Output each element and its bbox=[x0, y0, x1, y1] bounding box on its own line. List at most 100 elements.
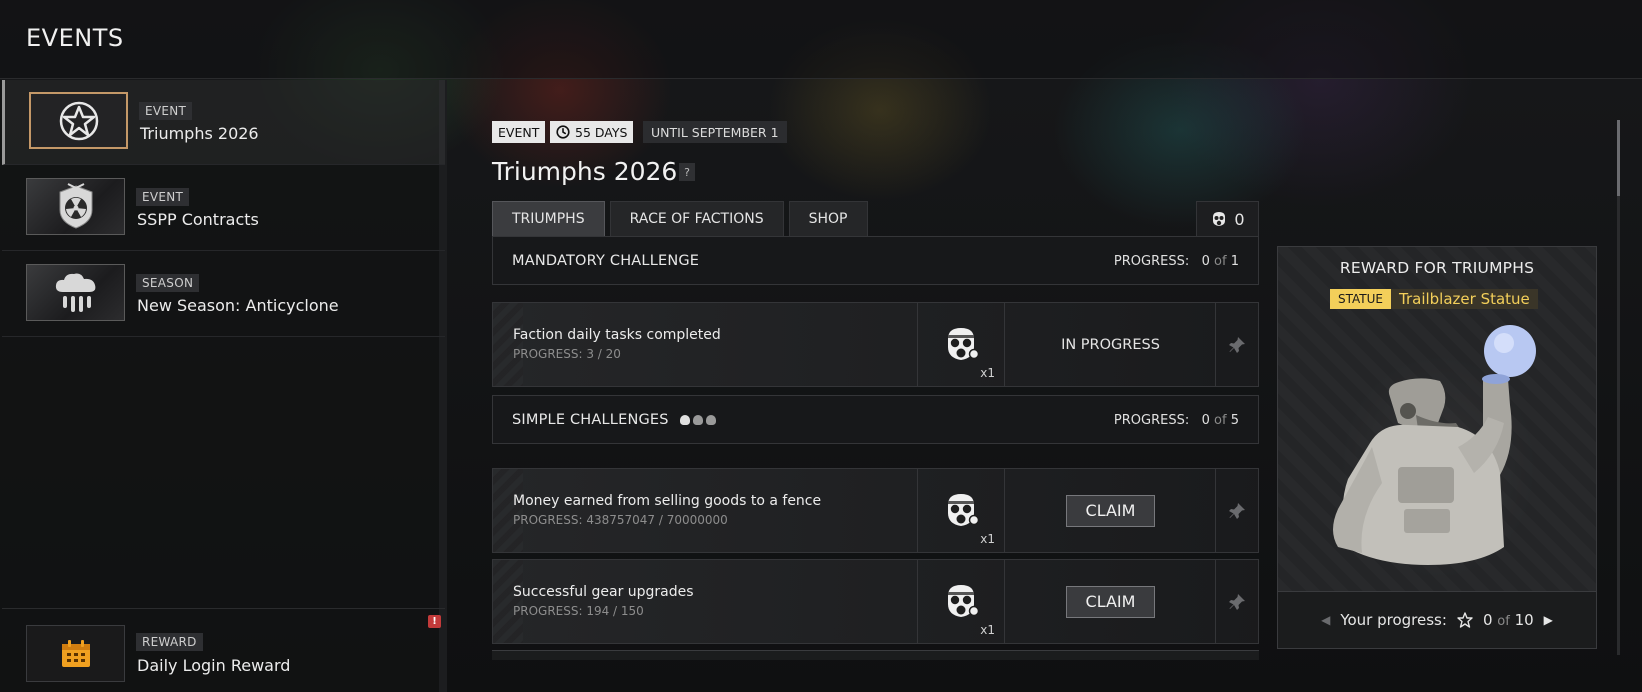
progress-of: of bbox=[1214, 413, 1227, 428]
star-icon bbox=[1457, 612, 1473, 628]
section-progress: PROGRESS: 0 of 5 bbox=[1114, 413, 1239, 428]
difficulty-skulls-icon bbox=[679, 415, 716, 425]
section-label: MANDATORY CHALLENGE bbox=[512, 253, 700, 269]
sidebar-item-tag: REWARD bbox=[136, 633, 203, 651]
sidebar-item-daily-login[interactable]: REWARD Daily Login Reward ! bbox=[2, 608, 445, 692]
progress-total: 1 bbox=[1230, 254, 1239, 269]
task-title: Faction daily tasks completed bbox=[513, 327, 721, 343]
scrollbar-thumb[interactable] bbox=[1617, 120, 1620, 196]
progress-done: 0 bbox=[1201, 413, 1210, 428]
claim-button[interactable]: CLAIM bbox=[1066, 494, 1155, 527]
reward-progress-bar: ◀ Your progress: 0 of 10 ▶ bbox=[1278, 591, 1596, 648]
star-icon bbox=[59, 101, 98, 140]
pin-button[interactable] bbox=[1215, 303, 1258, 386]
progress-done: 0 bbox=[1201, 254, 1210, 269]
sidebar-item-label: Daily Login Reward bbox=[137, 656, 291, 675]
reward-panel-title: REWARD FOR TRIUMPHS bbox=[1339, 259, 1535, 277]
progress-done: 0 bbox=[1482, 611, 1493, 629]
chevron-left-icon[interactable]: ◀ bbox=[1321, 613, 1330, 627]
task-status: CLAIM bbox=[1005, 469, 1216, 552]
sidebar-item-new-season[interactable]: SEASON New Season: Anticyclone bbox=[2, 252, 445, 337]
reward-artwork: REWARD FOR TRIUMPHS STATUE Trailblazer S… bbox=[1278, 247, 1596, 591]
reward-quantity: x1 bbox=[980, 623, 995, 637]
sidebar-item-tag: SEASON bbox=[136, 274, 200, 292]
task-reward: x1 bbox=[917, 560, 1005, 643]
top-bar: EVENTS bbox=[0, 0, 1642, 79]
chevron-right-icon[interactable]: ▶ bbox=[1544, 613, 1553, 627]
status-text: IN PROGRESS bbox=[1061, 336, 1160, 353]
sidebar-thumbnail bbox=[26, 264, 125, 321]
tab-bar: TRIUMPHS RACE OF FACTIONS SHOP bbox=[492, 201, 868, 237]
task-row-partial bbox=[492, 650, 1259, 660]
task-row: Successful gear upgrades PROGRESS: 194 /… bbox=[492, 559, 1259, 644]
task-status: IN PROGRESS bbox=[1005, 303, 1216, 386]
sidebar-item-sspp-contracts[interactable]: EVENT SSPP Contracts bbox=[2, 166, 445, 251]
task-reward: x1 bbox=[917, 303, 1005, 386]
help-button[interactable]: ? bbox=[679, 163, 695, 181]
gas-mask-icon bbox=[1213, 212, 1226, 226]
reward-type-tag: STATUE bbox=[1330, 289, 1391, 309]
sidebar-item-label: SSPP Contracts bbox=[137, 210, 259, 229]
progress-of: of bbox=[1214, 254, 1227, 269]
sidebar-item-triumphs[interactable]: EVENT Triumphs 2026 bbox=[2, 80, 445, 165]
main-content: EVENT 55 DAYS UNTIL SEPTEMBER 1 Triumphs… bbox=[455, 80, 1642, 692]
task-status: CLAIM bbox=[1005, 560, 1216, 643]
section-label-text: SIMPLE CHALLENGES bbox=[512, 412, 669, 428]
sidebar-item-tag: EVENT bbox=[136, 188, 190, 206]
scrollbar[interactable] bbox=[1617, 120, 1620, 655]
sidebar-thumbnail bbox=[26, 625, 125, 682]
row-decoration bbox=[493, 469, 523, 552]
task-progress: PROGRESS: 194 / 150 bbox=[513, 604, 644, 618]
sidebar: EVENT Triumphs 2026 EVENT SSPP Contracts bbox=[0, 80, 447, 692]
reward-quantity: x1 bbox=[980, 366, 995, 380]
currency-value: 0 bbox=[1234, 209, 1245, 229]
radiation-emblem-icon bbox=[59, 182, 92, 229]
pin-icon bbox=[1229, 502, 1245, 519]
tab-shop[interactable]: SHOP bbox=[788, 201, 868, 237]
progress-label: PROGRESS: bbox=[1113, 413, 1190, 428]
days-left-text: 55 DAYS bbox=[575, 124, 628, 140]
row-decoration bbox=[493, 560, 523, 643]
progress-total: 10 bbox=[1514, 611, 1534, 629]
page-title: EVENTS bbox=[26, 24, 124, 52]
tab-race-of-factions[interactable]: RACE OF FACTIONS bbox=[609, 201, 784, 237]
progress-of: of bbox=[1497, 614, 1510, 629]
gas-mask-icon bbox=[948, 494, 980, 526]
reward-panel: REWARD FOR TRIUMPHS STATUE Trailblazer S… bbox=[1277, 246, 1597, 649]
mandatory-challenge-header: MANDATORY CHALLENGE PROGRESS: 0 of 1 bbox=[492, 236, 1259, 285]
sidebar-item-label: New Season: Anticyclone bbox=[137, 296, 339, 315]
task-progress: PROGRESS: 3 / 20 bbox=[513, 347, 621, 361]
progress-label: PROGRESS: bbox=[1113, 254, 1190, 269]
pin-button[interactable] bbox=[1215, 560, 1258, 643]
progress-total: 5 bbox=[1230, 413, 1239, 428]
task-row: Money earned from selling goods to a fen… bbox=[492, 468, 1259, 553]
row-decoration bbox=[493, 303, 523, 386]
task-title: Successful gear upgrades bbox=[513, 584, 694, 600]
event-chip: EVENT bbox=[492, 121, 546, 143]
storm-cloud-icon bbox=[55, 273, 95, 312]
gas-mask-icon bbox=[948, 585, 980, 617]
task-reward: x1 bbox=[917, 469, 1005, 552]
clock-icon bbox=[556, 125, 570, 139]
days-left-chip: 55 DAYS bbox=[550, 121, 634, 143]
progress-value: 0 of 10 bbox=[1483, 611, 1534, 629]
reward-quantity: x1 bbox=[980, 532, 995, 546]
pin-button[interactable] bbox=[1215, 469, 1258, 552]
sidebar-item-tag: EVENT bbox=[139, 102, 193, 120]
pin-icon bbox=[1229, 336, 1245, 353]
pin-icon bbox=[1229, 593, 1245, 610]
until-date-chip: UNTIL SEPTEMBER 1 bbox=[643, 121, 787, 143]
sidebar-thumbnail bbox=[26, 178, 125, 235]
tab-triumphs[interactable]: TRIUMPHS bbox=[492, 201, 605, 237]
task-row: Faction daily tasks completed PROGRESS: … bbox=[492, 302, 1259, 387]
currency-counter: 0 bbox=[1196, 201, 1259, 237]
simple-challenges-header: SIMPLE CHALLENGES PROGRESS: 0 of 5 bbox=[492, 395, 1259, 444]
claim-button[interactable]: CLAIM bbox=[1066, 585, 1155, 618]
section-progress: PROGRESS: 0 of 1 bbox=[1114, 254, 1239, 269]
sidebar-thumbnail bbox=[29, 92, 128, 149]
task-progress: PROGRESS: 438757047 / 70000000 bbox=[513, 513, 728, 527]
section-label: SIMPLE CHALLENGES bbox=[512, 412, 716, 428]
reward-item-name: Trailblazer Statue bbox=[1391, 289, 1538, 309]
progress-label: Your progress: bbox=[1340, 611, 1447, 629]
gas-mask-icon bbox=[948, 328, 980, 360]
